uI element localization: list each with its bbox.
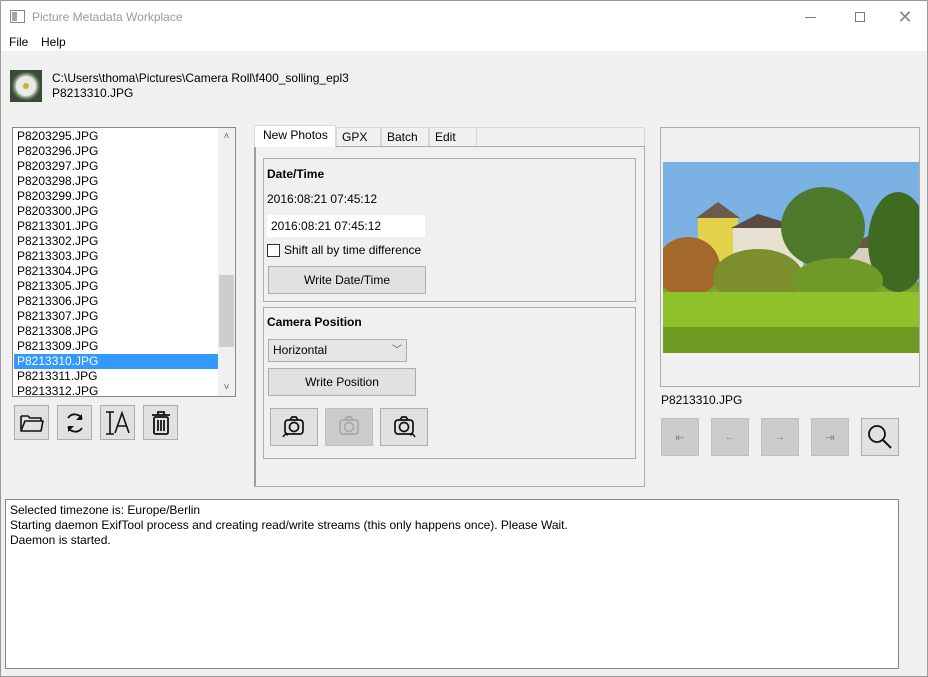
file-list-item[interactable]: P8203298.JPG <box>14 174 218 189</box>
last-arrow-icon: ⇥ <box>825 431 835 444</box>
write-position-button[interactable]: Write Position <box>268 368 416 396</box>
open-folder-button[interactable] <box>14 405 49 440</box>
shift-time-checkbox[interactable]: Shift all by time difference <box>267 243 421 257</box>
orientation-select[interactable]: Horizontal ﹀ <box>268 339 407 362</box>
camera-icon <box>339 416 359 435</box>
menu-bar: File Help <box>1 33 927 51</box>
first-image-button[interactable]: ⇤ <box>661 418 699 456</box>
rotate-none-button[interactable] <box>325 408 373 446</box>
file-list-item[interactable]: P8213309.JPG <box>14 339 218 354</box>
menu-help[interactable]: Help <box>41 35 66 49</box>
datetime-input[interactable] <box>267 215 425 237</box>
file-list-scrollbar[interactable]: ˄ ˅ <box>218 128 235 396</box>
maximize-button[interactable] <box>837 1 883 33</box>
rotate-right-button[interactable] <box>380 408 428 446</box>
file-list-item[interactable]: P8213305.JPG <box>14 279 218 294</box>
minimize-button[interactable] <box>787 1 833 33</box>
landscape-photo <box>663 162 919 353</box>
current-datetime: 2016:08:21 07:45:12 <box>267 192 378 206</box>
checkbox-box[interactable] <box>267 243 280 257</box>
scrollbar-thumb[interactable] <box>219 275 234 347</box>
preview-photo <box>663 162 919 353</box>
title-bar: Picture Metadata Workplace ✕ <box>1 1 927 33</box>
header-thumbnail <box>10 70 42 102</box>
file-list-item[interactable]: P8213303.JPG <box>14 249 218 264</box>
folder-path: C:\Users\thoma\Pictures\Camera Roll\f400… <box>52 71 349 85</box>
menu-file[interactable]: File <box>9 35 28 49</box>
camera-position-group: Camera Position Horizontal ﹀ Write Posit… <box>263 307 636 459</box>
rename-icon <box>105 410 130 435</box>
scroll-down-icon[interactable]: ˅ <box>218 379 235 396</box>
write-datetime-button[interactable]: Write Date/Time <box>268 266 426 294</box>
maximize-icon <box>855 12 865 22</box>
file-list-item[interactable]: P8213311.JPG <box>14 369 218 384</box>
tab-batch[interactable]: Batch <box>381 127 429 147</box>
file-list-item[interactable]: P8203297.JPG <box>14 159 218 174</box>
rotate-left-button[interactable] <box>270 408 318 446</box>
datetime-group: Date/Time 2016:08:21 07:45:12 Shift all … <box>263 158 636 302</box>
tab-edit[interactable]: Edit <box>429 127 477 147</box>
file-list-item[interactable]: P8203300.JPG <box>14 204 218 219</box>
file-list-item[interactable]: P8213304.JPG <box>14 264 218 279</box>
file-list-item[interactable]: P8213307.JPG <box>14 309 218 324</box>
right-arrow-icon: → <box>774 431 786 443</box>
camera-position-title: Camera Position <box>267 315 362 329</box>
scroll-up-icon[interactable]: ˄ <box>218 128 235 145</box>
datetime-title: Date/Time <box>267 167 325 181</box>
file-list-items: P8203295.JPG P8203296.JPG P8203297.JPG P820… <box>14 129 218 396</box>
trash-icon <box>151 410 170 435</box>
flower-center <box>23 83 29 89</box>
refresh-icon <box>66 412 83 433</box>
file-list-item[interactable]: P8213308.JPG <box>14 324 218 339</box>
window-title: Picture Metadata Workplace <box>32 10 183 24</box>
current-filename: P8213310.JPG <box>52 86 134 100</box>
file-list-item[interactable]: P8213306.JPG <box>14 294 218 309</box>
next-image-button[interactable]: → <box>761 418 799 456</box>
log-line: Daemon is started. <box>10 533 111 547</box>
chevron-down-icon: ﹀ <box>392 345 402 356</box>
app-window: Picture Metadata Workplace ✕ File Help C… <box>0 0 928 677</box>
first-arrow-icon: ⇤ <box>675 431 685 444</box>
log-output[interactable]: Selected timezone is: Europe/Berlin Start… <box>5 499 899 669</box>
file-list-item[interactable]: P8203296.JPG <box>14 144 218 159</box>
close-icon: ✕ <box>897 7 913 27</box>
log-line: Selected timezone is: Europe/Berlin <box>10 503 201 517</box>
file-list[interactable]: P8203295.JPG P8203296.JPG P8203297.JPG P820… <box>12 127 236 397</box>
previous-image-button[interactable]: ← <box>711 418 749 456</box>
minimize-icon <box>804 16 816 18</box>
app-icon <box>10 10 25 23</box>
tab-new-photos[interactable]: New Photos <box>254 125 336 147</box>
file-list-item[interactable]: P8213301.JPG <box>14 219 218 234</box>
magnifier-icon <box>868 425 892 449</box>
last-image-button[interactable]: ⇥ <box>811 418 849 456</box>
image-preview[interactable] <box>660 127 920 387</box>
file-list-item[interactable]: P8203295.JPG <box>14 129 218 144</box>
left-arrow-icon: ← <box>724 431 736 443</box>
file-list-item[interactable]: P8203299.JPG <box>14 189 218 204</box>
rename-button[interactable] <box>100 405 135 440</box>
zoom-button[interactable] <box>861 418 899 456</box>
delete-button[interactable] <box>143 405 178 440</box>
rotate-left-camera-icon <box>282 416 304 438</box>
file-list-item[interactable]: P8213302.JPG <box>14 234 218 249</box>
log-line: Starting daemon ExifTool process and cre… <box>10 518 568 532</box>
preview-caption: P8213310.JPG <box>661 393 743 407</box>
rotate-right-camera-icon <box>394 416 416 438</box>
file-list-item-selected[interactable]: P8213310.JPG <box>14 354 218 369</box>
folder-icon <box>19 414 44 432</box>
tab-gpx[interactable]: GPX <box>336 127 381 147</box>
file-list-item[interactable]: P8213312.JPG <box>14 384 218 396</box>
tab-strip-filler <box>477 127 645 147</box>
close-button[interactable]: ✕ <box>882 1 928 33</box>
orientation-select-value: Horizontal <box>273 343 328 357</box>
refresh-button[interactable] <box>57 405 92 440</box>
shift-time-label: Shift all by time difference <box>284 243 422 257</box>
